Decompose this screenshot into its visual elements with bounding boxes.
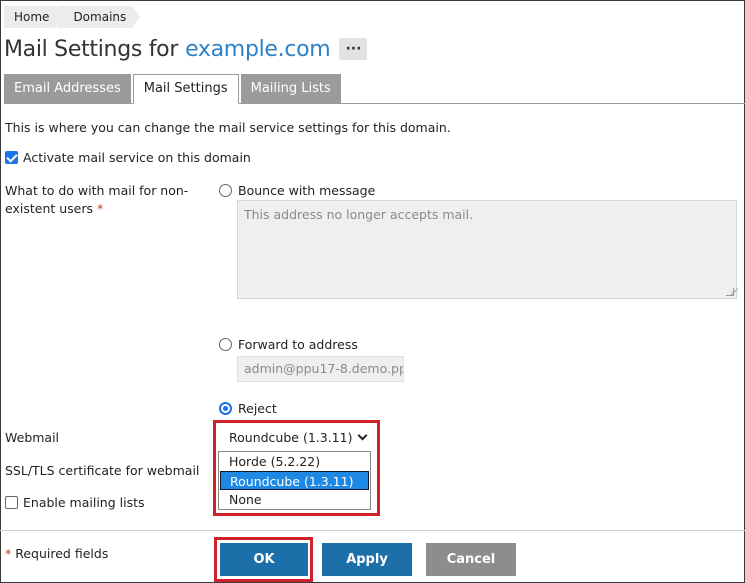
- reject-label: Reject: [238, 401, 277, 416]
- breadcrumb-home[interactable]: Home: [4, 6, 64, 28]
- footer-divider: [0, 530, 745, 531]
- activate-mail-checkbox[interactable]: [5, 151, 18, 164]
- webmail-dropdown-list: Horde (5.2.22) Roundcube (1.3.11) None: [218, 451, 371, 510]
- bounce-label: Bounce with message: [238, 183, 376, 198]
- webmail-option-roundcube[interactable]: Roundcube (1.3.11): [220, 471, 369, 490]
- resize-handle-icon[interactable]: [726, 288, 734, 296]
- required-fields-note: * Required fields: [5, 546, 108, 561]
- webmail-label: Webmail: [5, 430, 60, 445]
- breadcrumb-domains[interactable]: Domains: [57, 6, 141, 28]
- nonexistent-users-label: What to do with mail for non-existent us…: [5, 182, 200, 218]
- forward-radio[interactable]: [219, 338, 232, 351]
- cancel-button[interactable]: Cancel: [426, 543, 516, 576]
- activate-mail-label: Activate mail service on this domain: [23, 150, 251, 165]
- mailing-lists-row: Enable mailing lists: [5, 495, 145, 510]
- webmail-select-value: Roundcube (1.3.11): [229, 430, 353, 445]
- breadcrumb: Home Domains: [4, 6, 141, 28]
- forward-label: Forward to address: [238, 337, 358, 352]
- mailing-lists-label: Enable mailing lists: [23, 495, 145, 510]
- webmail-select[interactable]: Roundcube (1.3.11): [222, 428, 372, 448]
- webmail-option-none[interactable]: None: [219, 490, 370, 509]
- bounce-option: Bounce with message: [219, 183, 375, 198]
- activate-mail-row: Activate mail service on this domain: [5, 150, 251, 165]
- bounce-radio[interactable]: [219, 184, 232, 197]
- mailing-lists-checkbox[interactable]: [5, 496, 18, 509]
- chevron-down-icon: [357, 430, 368, 441]
- more-actions-button[interactable]: ···: [339, 38, 368, 60]
- domain-link[interactable]: example.com: [185, 37, 331, 62]
- webmail-option-horde[interactable]: Horde (5.2.22): [219, 452, 370, 471]
- ssl-certificate-label: SSL/TLS certificate for webmail: [5, 463, 200, 478]
- apply-button[interactable]: Apply: [322, 543, 412, 576]
- required-fields-text: Required fields: [15, 546, 109, 561]
- intro-text: This is where you can change the mail se…: [5, 120, 451, 135]
- reject-option: Reject: [219, 401, 277, 416]
- bounce-message-text: This address no longer accepts mail.: [244, 207, 474, 222]
- required-mark-footer: *: [5, 546, 12, 561]
- ok-button[interactable]: OK: [220, 543, 308, 576]
- tab-email-addresses[interactable]: Email Addresses: [4, 74, 131, 104]
- reject-radio[interactable]: [219, 402, 232, 415]
- tab-mail-settings[interactable]: Mail Settings: [132, 74, 239, 104]
- tab-mailing-lists[interactable]: Mailing Lists: [240, 74, 341, 104]
- required-mark: *: [97, 201, 104, 216]
- forward-option: Forward to address: [219, 337, 358, 352]
- page-title-text: Mail Settings for: [4, 36, 179, 62]
- page-title: Mail Settings for example.com ···: [4, 32, 368, 66]
- bounce-message-textarea[interactable]: This address no longer accepts mail.: [237, 200, 737, 299]
- tab-bar: Email Addresses Mail Settings Mailing Li…: [4, 74, 343, 104]
- forward-address-input[interactable]: admin@ppu17-8.demo.pp: [237, 356, 404, 382]
- tab-divider: [4, 103, 745, 104]
